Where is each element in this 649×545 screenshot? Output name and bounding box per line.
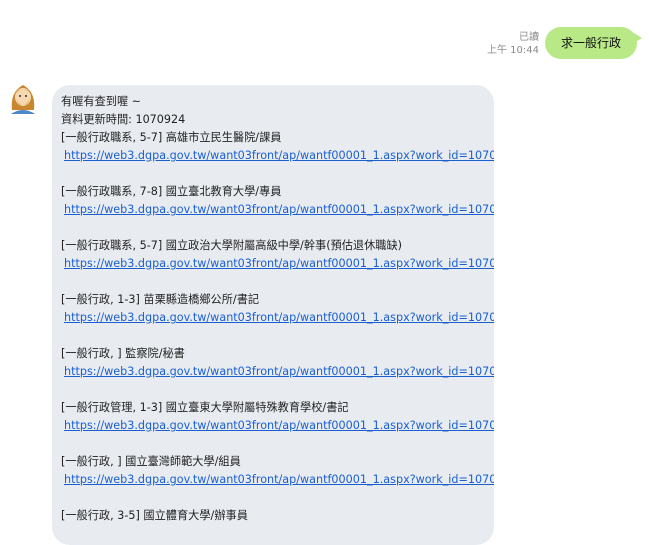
job-title: [一般行政, ] 監察院/秘書 (61, 347, 185, 360)
job-title: [一般行政職系, 7-8] 國立臺北教育大學/專員 (61, 185, 282, 198)
job-link[interactable]: https://web3.dgpa.gov.tw/want03front/ap/… (61, 147, 494, 165)
job-link[interactable]: https://web3.dgpa.gov.tw/want03front/ap/… (61, 363, 494, 381)
job-item: [一般行政, 1-3] 苗栗縣造橋鄉公所/書記 https://web3.dgp… (61, 291, 494, 327)
job-link[interactable]: https://web3.dgpa.gov.tw/want03front/ap/… (61, 471, 494, 489)
job-title: [一般行政, 3-5] 國立體育大學/辦事員 (61, 509, 248, 522)
job-item: [一般行政, ] 監察院/秘書 https://web3.dgpa.gov.tw… (61, 345, 494, 381)
greeting-text: 有喔有查到喔 ~ (61, 95, 142, 108)
job-link[interactable]: https://web3.dgpa.gov.tw/want03front/ap/… (61, 255, 494, 273)
job-item: [一般行政管理, 1-3] 國立臺東大學附屬特殊教育學校/書記 https://… (61, 399, 494, 435)
bot-avatar-icon[interactable] (6, 80, 40, 114)
job-title: [一般行政, 1-3] 苗栗縣造橋鄉公所/書記 (61, 293, 260, 306)
sent-time: 上午 10:44 (486, 45, 539, 56)
job-item: [一般行政職系, 5-7] 國立政治大學附屬高級中學/幹事(預估退休職缺) ht… (61, 237, 494, 273)
job-title: [一般行政職系, 5-7] 國立政治大學附屬高級中學/幹事(預估退休職缺) (61, 239, 403, 252)
update-time-text: 資料更新時間: 1070924 (61, 113, 186, 126)
job-link[interactable]: https://web3.dgpa.gov.tw/want03front/ap/… (61, 309, 494, 327)
job-item: [一般行政, ] 國立臺灣師範大學/組員 https://web3.dgpa.g… (61, 453, 494, 489)
job-title: [一般行政管理, 1-3] 國立臺東大學附屬特殊教育學校/書記 (61, 401, 349, 414)
read-receipt: 已讀 (518, 32, 539, 43)
sent-message-row: 已讀 上午 10:44 求一般行政 (487, 27, 643, 59)
received-message-bubble[interactable]: 有喔有查到喔 ~ 資料更新時間: 1070924 [一般行政職系, 5-7] 高… (52, 85, 494, 545)
job-link[interactable]: https://web3.dgpa.gov.tw/want03front/ap/… (61, 201, 494, 219)
job-item: [一般行政, 3-5] 國立體育大學/辦事員 (61, 507, 494, 525)
sent-message-bubble[interactable]: 求一般行政 (544, 27, 643, 59)
sent-meta: 已讀 上午 10:44 (487, 31, 539, 57)
job-item: [一般行政職系, 5-7] 高雄市立民生醫院/課員 https://web3.d… (61, 129, 494, 165)
job-title: [一般行政職系, 5-7] 高雄市立民生醫院/課員 (61, 131, 282, 144)
job-title: [一般行政, ] 國立臺灣師範大學/組員 (61, 455, 241, 468)
job-link[interactable]: https://web3.dgpa.gov.tw/want03front/ap/… (61, 417, 494, 435)
job-item: [一般行政職系, 7-8] 國立臺北教育大學/專員 https://web3.d… (61, 183, 494, 219)
